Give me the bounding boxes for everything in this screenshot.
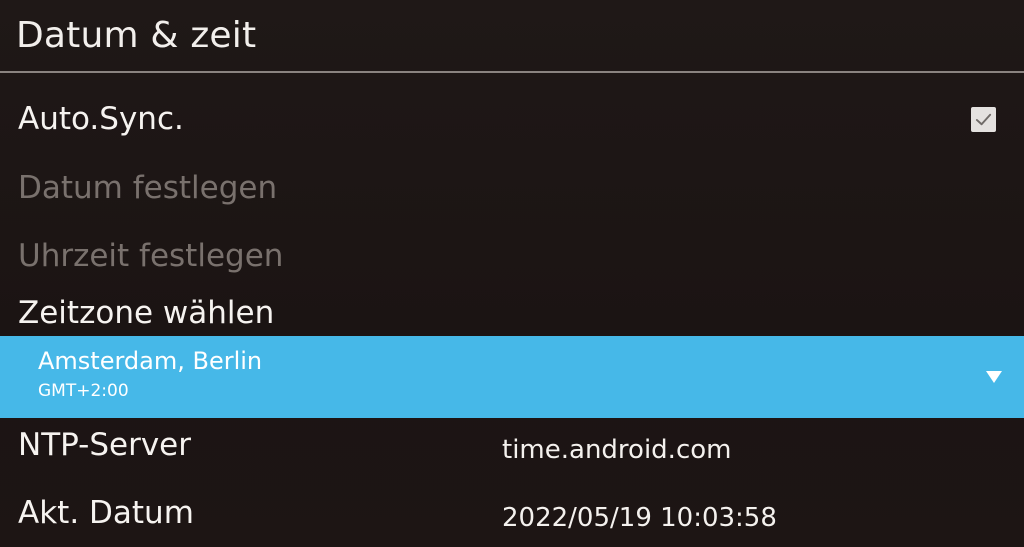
timezone-selected-name: Amsterdam, Berlin — [38, 347, 263, 375]
page-title: Datum & zeit — [16, 15, 257, 56]
date-time-settings-screen: Datum & zeit Auto.Sync. Datum festlegen … — [0, 0, 1024, 547]
triangle-down-icon — [986, 371, 1002, 383]
timezone-selected-offset: GMT+2:00 — [38, 381, 129, 401]
timezone-dropdown[interactable]: Amsterdam, Berlin GMT+2:00 — [0, 336, 1024, 418]
title-divider — [0, 71, 1024, 73]
auto-sync-label[interactable]: Auto.Sync. — [18, 100, 184, 138]
current-date-value: 2022/05/19 10:03:58 — [502, 503, 777, 533]
auto-sync-checkbox[interactable] — [971, 107, 996, 132]
ntp-server-label[interactable]: NTP-Server — [18, 426, 191, 464]
set-time-item: Uhrzeit festlegen — [18, 238, 284, 274]
checkmark-icon — [975, 113, 992, 126]
ntp-server-value: time.android.com — [502, 435, 732, 465]
set-date-item: Datum festlegen — [18, 170, 278, 206]
timezone-label: Zeitzone wählen — [18, 295, 275, 331]
current-date-label: Akt. Datum — [18, 495, 194, 531]
